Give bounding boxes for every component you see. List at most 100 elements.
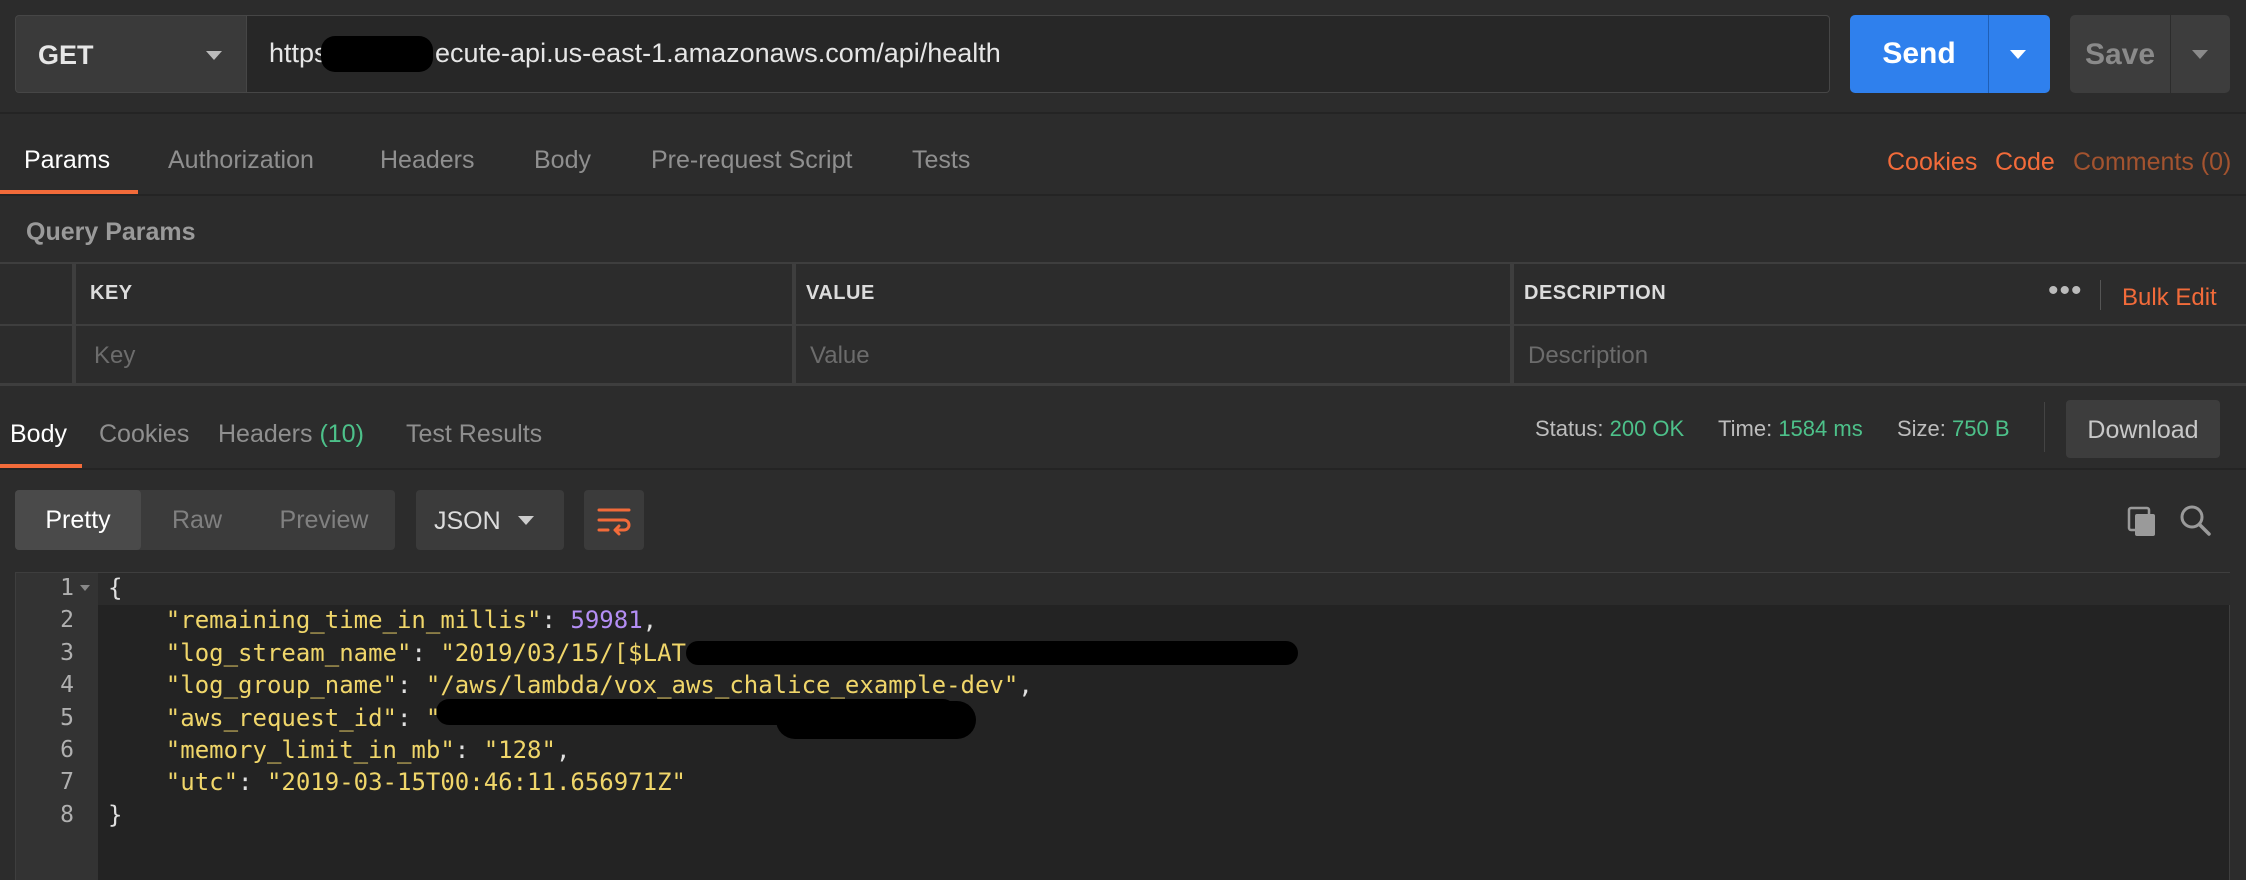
json-string: "2019-03-15T00:46:11.656971Z" xyxy=(266,768,686,797)
json-punctuation: : xyxy=(238,768,267,797)
tab-response-headers[interactable]: Headers (10) xyxy=(218,420,364,449)
redaction-mark xyxy=(776,701,976,739)
response-tabs: Body Cookies Headers (10) Test Results S… xyxy=(0,390,2246,470)
send-button[interactable]: Send xyxy=(1850,15,2050,93)
code-line: "aws_request_id": " xyxy=(108,703,441,732)
save-label: Save xyxy=(2084,38,2156,71)
tab-label: Headers xyxy=(218,420,313,448)
headers-count-badge: (10) xyxy=(319,420,364,448)
code-line: "log_group_name": "/aws/lambda/vox_aws_c… xyxy=(108,671,1033,699)
json-string: "aws_request_id" xyxy=(165,703,397,732)
json-punctuation xyxy=(108,736,166,764)
active-line-highlight xyxy=(98,573,2230,605)
save-button[interactable]: Save xyxy=(2070,15,2230,93)
column-header-value: VALUE xyxy=(806,282,875,304)
line-number: 7 xyxy=(60,769,74,796)
tab-pre-request-script[interactable]: Pre-request Script xyxy=(651,146,852,175)
description-input[interactable]: Description xyxy=(1528,342,1648,370)
code-line: "log_stream_name": "2019/03/15/[$LAT xyxy=(108,639,686,667)
tab-response-body[interactable]: Body xyxy=(10,420,67,449)
code-line: { xyxy=(108,574,122,602)
column-divider xyxy=(792,262,796,386)
active-tab-indicator xyxy=(0,190,138,194)
more-options-icon[interactable]: ••• xyxy=(2048,274,2083,308)
pretty-button[interactable]: Pretty xyxy=(15,490,141,550)
value-input[interactable]: Value xyxy=(810,342,870,370)
size-value: 750 B xyxy=(1952,416,2010,441)
copy-icon[interactable] xyxy=(2126,505,2158,537)
download-button[interactable]: Download xyxy=(2066,400,2220,458)
json-punctuation xyxy=(108,704,166,732)
wrap-lines-button[interactable] xyxy=(584,490,644,550)
json-punctuation xyxy=(108,639,166,667)
status-label: Status: xyxy=(1535,416,1604,441)
wrap-lines-icon xyxy=(597,508,631,536)
chevron-down-icon[interactable] xyxy=(2192,50,2208,59)
json-punctuation xyxy=(108,671,166,699)
json-string: "memory_limit_in_mb" xyxy=(165,736,455,764)
chevron-down-icon[interactable] xyxy=(2010,50,2026,59)
key-input[interactable]: Key xyxy=(94,342,135,370)
raw-button[interactable]: Raw xyxy=(141,490,253,550)
column-header-description: DESCRIPTION xyxy=(1524,282,1667,304)
tab-headers[interactable]: Headers xyxy=(380,146,475,175)
request-bar: GET https:/ ecute-api.us-east-1.amazonaw… xyxy=(0,0,2246,114)
column-header-key: KEY xyxy=(90,282,133,304)
response-body-editor[interactable]: 1{2 "remaining_time_in_millis": 59981, 3 … xyxy=(15,572,2230,880)
chevron-down-icon xyxy=(518,516,534,525)
tab-tests[interactable]: Tests xyxy=(912,146,970,175)
tab-body[interactable]: Body xyxy=(534,146,591,175)
tab-authorization[interactable]: Authorization xyxy=(168,146,314,175)
redaction-mark xyxy=(686,641,1298,665)
column-divider xyxy=(72,262,76,386)
json-string: "/aws/lambda/vox_aws_chalice_example-dev… xyxy=(425,671,1019,700)
comments-link[interactable]: Comments (0) xyxy=(2073,148,2231,177)
column-divider xyxy=(1510,262,1514,386)
bulk-edit-link[interactable]: Bulk Edit xyxy=(2122,284,2217,312)
json-string: "2019/03/15/[$LAT xyxy=(440,638,686,667)
line-number: 5 xyxy=(60,704,74,731)
tab-params[interactable]: Params xyxy=(24,146,110,175)
save-divider xyxy=(2170,15,2171,93)
code-line: "memory_limit_in_mb": "128", xyxy=(108,736,571,764)
url-input[interactable]: https:/ ecute-api.us-east-1.amazonaws.co… xyxy=(247,15,1830,93)
json-punctuation: : xyxy=(454,736,484,764)
size-readout: Size: 750 B xyxy=(1897,416,2010,442)
json-punctuation: } xyxy=(108,800,123,829)
line-number: 4 xyxy=(60,672,74,699)
format-label: JSON xyxy=(434,507,501,535)
json-string: "utc" xyxy=(165,768,239,797)
search-icon[interactable] xyxy=(2178,503,2212,537)
method-select[interactable]: GET xyxy=(15,15,247,93)
method-label: GET xyxy=(38,40,94,70)
time-readout: Time: 1584 ms xyxy=(1718,416,1863,442)
fold-arrow-icon[interactable] xyxy=(80,585,90,591)
json-punctuation: : xyxy=(396,703,426,732)
size-label: Size: xyxy=(1897,416,1946,441)
cookies-link[interactable]: Cookies xyxy=(1887,148,1977,177)
json-punctuation: : xyxy=(541,606,571,635)
preview-button[interactable]: Preview xyxy=(253,490,395,550)
table-row xyxy=(0,326,2246,386)
table-header-row xyxy=(0,262,2246,326)
url-suffix: ecute-api.us-east-1.amazonaws.com/api/he… xyxy=(435,38,1001,68)
request-tabs: Params Authorization Headers Body Pre-re… xyxy=(0,114,2246,196)
json-punctuation: : xyxy=(396,671,426,700)
line-number: 2 xyxy=(60,607,74,634)
redaction-mark xyxy=(321,36,433,72)
json-punctuation: , xyxy=(642,606,658,635)
format-select[interactable]: JSON xyxy=(416,490,564,550)
code-line: "remaining_time_in_millis": 59981, xyxy=(108,606,657,634)
json-string: "remaining_time_in_millis" xyxy=(165,606,542,635)
line-number: 3 xyxy=(60,639,74,666)
json-punctuation: , xyxy=(555,736,571,764)
json-punctuation: : xyxy=(411,638,441,667)
header-divider xyxy=(2100,280,2101,310)
json-string: "log_group_name" xyxy=(165,671,397,700)
code-link[interactable]: Code xyxy=(1995,148,2055,177)
code-line: } xyxy=(108,801,122,829)
tab-response-cookies[interactable]: Cookies xyxy=(99,420,189,449)
json-string: "log_stream_name" xyxy=(165,638,412,667)
tab-test-results[interactable]: Test Results xyxy=(406,420,542,449)
query-params-title: Query Params xyxy=(26,218,196,246)
